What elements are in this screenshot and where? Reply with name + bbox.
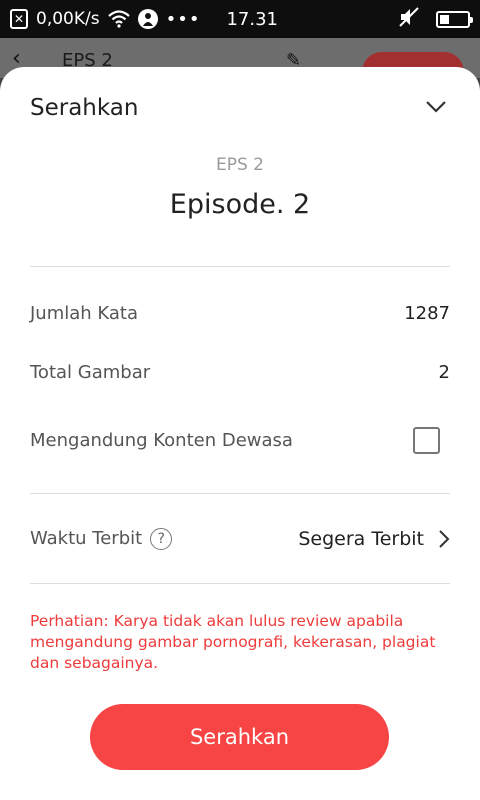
notification-box-icon: ✕ [10, 9, 28, 29]
sheet-title: Serahkan [30, 95, 139, 121]
battery-level [440, 14, 449, 24]
word-count-value: 1287 [404, 302, 450, 324]
wifi-icon [107, 10, 130, 28]
status-bar-left: ✕ 0,00K/s ••• [10, 9, 200, 30]
help-circle-icon[interactable]: ? [150, 528, 173, 550]
publish-time-label: Waktu Terbit [30, 528, 143, 549]
divider [30, 266, 450, 267]
submit-button[interactable]: Serahkan [90, 704, 389, 770]
word-count-label: Jumlah Kata [30, 302, 139, 324]
publish-time-row[interactable]: Waktu Terbit? Segera Terbit [30, 524, 450, 554]
status-time: 17.31 [226, 8, 278, 30]
image-count-row: Total Gambar 2 [30, 357, 450, 387]
more-notifications-icon: ••• [165, 8, 201, 30]
adult-content-label: Mengandung Konten Dewasa [30, 429, 293, 451]
chevron-right-icon [439, 530, 450, 548]
publish-time-label-group: Waktu Terbit? [30, 528, 173, 550]
status-bar-right [398, 6, 473, 32]
episode-title: Episode. 2 [169, 189, 311, 220]
publish-time-selector[interactable]: Segera Terbit [298, 528, 450, 550]
sheet-header: Serahkan [30, 93, 450, 123]
divider [30, 583, 450, 584]
review-notice: Perhatian: Karya tidak akan lulus review… [30, 612, 436, 672]
publish-time-value: Segera Terbit [298, 528, 424, 550]
battery-icon [436, 10, 473, 28]
mute-icon [398, 6, 420, 32]
person-icon [137, 9, 158, 29]
adult-content-checkbox[interactable] [413, 426, 440, 454]
submit-sheet: Serahkan EPS 2 Episode. 2 Jumlah Kata 12… [0, 67, 480, 800]
image-count-label: Total Gambar [30, 361, 151, 383]
status-bar: ✕ 0,00K/s ••• 17.31 [0, 0, 480, 38]
word-count-row: Jumlah Kata 1287 [30, 298, 450, 328]
image-count-value: 2 [438, 361, 450, 383]
divider [30, 493, 450, 494]
network-speed: 0,00K/s [36, 9, 100, 29]
episode-label: EPS 2 [215, 155, 264, 175]
chevron-down-icon[interactable] [424, 95, 448, 119]
adult-content-row: Mengandung Konten Dewasa [30, 425, 450, 455]
